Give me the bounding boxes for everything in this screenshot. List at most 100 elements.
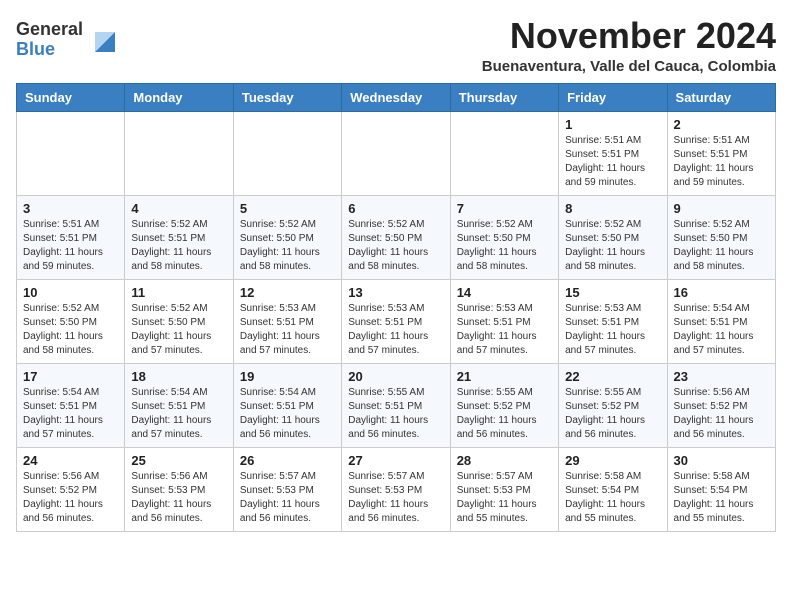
day-cell: 29 Sunrise: 5:58 AM Sunset: 5:54 PM Dayli… bbox=[559, 447, 667, 531]
day-cell: 25Sunrise: 5:56 AM Sunset: 5:53 PM Dayli… bbox=[125, 447, 233, 531]
day-info: Sunrise: 5:55 AM Sunset: 5:51 PM Dayligh… bbox=[348, 386, 443, 442]
day-cell: 19Sunrise: 5:54 AM Sunset: 5:51 PM Dayli… bbox=[233, 363, 341, 447]
day-number: 22 bbox=[565, 369, 660, 384]
week-row-3: 17 Sunrise: 5:54 AM Sunset: 5:51 PM Dayli… bbox=[17, 363, 776, 447]
day-cell: 27Sunrise: 5:57 AM Sunset: 5:53 PM Dayli… bbox=[342, 447, 450, 531]
header-cell-wednesday: Wednesday bbox=[342, 83, 450, 111]
day-cell bbox=[342, 111, 450, 195]
day-number: 28 bbox=[457, 453, 552, 468]
day-info: Sunrise: 5:52 AM Sunset: 5:50 PM Dayligh… bbox=[565, 218, 660, 274]
day-number: 14 bbox=[457, 285, 552, 300]
day-number: 30 bbox=[674, 453, 769, 468]
day-cell: 16 Sunrise: 5:54 AM Sunset: 5:51 PM Dayli… bbox=[667, 279, 775, 363]
day-number: 16 bbox=[674, 285, 769, 300]
day-info: Sunrise: 5:52 AM Sunset: 5:50 PM Dayligh… bbox=[348, 218, 443, 274]
day-number: 18 bbox=[131, 369, 226, 384]
day-number: 19 bbox=[240, 369, 335, 384]
day-number: 20 bbox=[348, 369, 443, 384]
day-number: 17 bbox=[23, 369, 118, 384]
day-info: Sunrise: 5:52 AM Sunset: 5:50 PM Dayligh… bbox=[240, 218, 335, 274]
title-area: November 2024 Buenaventura, Valle del Ca… bbox=[482, 16, 776, 75]
logo-general: General bbox=[16, 19, 83, 39]
day-info: Sunrise: 5:51 AM Sunset: 5:51 PM Dayligh… bbox=[674, 134, 769, 190]
day-cell: 21 Sunrise: 5:55 AM Sunset: 5:52 PM Dayli… bbox=[450, 363, 558, 447]
day-info: Sunrise: 5:57 AM Sunset: 5:53 PM Dayligh… bbox=[457, 470, 552, 526]
day-info: Sunrise: 5:57 AM Sunset: 5:53 PM Dayligh… bbox=[240, 470, 335, 526]
day-info: Sunrise: 5:52 AM Sunset: 5:50 PM Dayligh… bbox=[457, 218, 552, 274]
header-cell-saturday: Saturday bbox=[667, 83, 775, 111]
day-number: 27 bbox=[348, 453, 443, 468]
day-info: Sunrise: 5:55 AM Sunset: 5:52 PM Dayligh… bbox=[457, 386, 552, 442]
day-info: Sunrise: 5:51 AM Sunset: 5:51 PM Dayligh… bbox=[23, 218, 118, 274]
day-info: Sunrise: 5:52 AM Sunset: 5:50 PM Dayligh… bbox=[131, 302, 226, 358]
day-cell: 2 Sunrise: 5:51 AM Sunset: 5:51 PM Daylig… bbox=[667, 111, 775, 195]
day-number: 13 bbox=[348, 285, 443, 300]
day-info: Sunrise: 5:58 AM Sunset: 5:54 PM Dayligh… bbox=[565, 470, 660, 526]
day-cell: 17 Sunrise: 5:54 AM Sunset: 5:51 PM Dayli… bbox=[17, 363, 125, 447]
logo-icon bbox=[87, 24, 119, 56]
day-number: 8 bbox=[565, 201, 660, 216]
day-cell: 28 Sunrise: 5:57 AM Sunset: 5:53 PM Dayli… bbox=[450, 447, 558, 531]
day-info: Sunrise: 5:54 AM Sunset: 5:51 PM Dayligh… bbox=[23, 386, 118, 442]
day-cell: 3 Sunrise: 5:51 AM Sunset: 5:51 PM Daylig… bbox=[17, 195, 125, 279]
day-info: Sunrise: 5:54 AM Sunset: 5:51 PM Dayligh… bbox=[131, 386, 226, 442]
day-cell bbox=[233, 111, 341, 195]
day-info: Sunrise: 5:53 AM Sunset: 5:51 PM Dayligh… bbox=[457, 302, 552, 358]
day-number: 1 bbox=[565, 117, 660, 132]
day-number: 11 bbox=[131, 285, 226, 300]
day-info: Sunrise: 5:56 AM Sunset: 5:52 PM Dayligh… bbox=[674, 386, 769, 442]
day-cell: 14 Sunrise: 5:53 AM Sunset: 5:51 PM Dayli… bbox=[450, 279, 558, 363]
logo-blue: Blue bbox=[16, 39, 55, 59]
day-number: 10 bbox=[23, 285, 118, 300]
location: Buenaventura, Valle del Cauca, Colombia bbox=[482, 58, 776, 75]
day-cell: 24 Sunrise: 5:56 AM Sunset: 5:52 PM Dayli… bbox=[17, 447, 125, 531]
header-cell-friday: Friday bbox=[559, 83, 667, 111]
day-number: 25 bbox=[131, 453, 226, 468]
day-cell: 22Sunrise: 5:55 AM Sunset: 5:52 PM Dayli… bbox=[559, 363, 667, 447]
day-info: Sunrise: 5:53 AM Sunset: 5:51 PM Dayligh… bbox=[565, 302, 660, 358]
day-number: 6 bbox=[348, 201, 443, 216]
day-info: Sunrise: 5:52 AM Sunset: 5:51 PM Dayligh… bbox=[131, 218, 226, 274]
day-info: Sunrise: 5:54 AM Sunset: 5:51 PM Dayligh… bbox=[674, 302, 769, 358]
week-row-1: 3 Sunrise: 5:51 AM Sunset: 5:51 PM Daylig… bbox=[17, 195, 776, 279]
day-number: 26 bbox=[240, 453, 335, 468]
day-info: Sunrise: 5:53 AM Sunset: 5:51 PM Dayligh… bbox=[240, 302, 335, 358]
day-number: 12 bbox=[240, 285, 335, 300]
month-title: November 2024 bbox=[482, 16, 776, 56]
day-number: 23 bbox=[674, 369, 769, 384]
day-cell: 11 Sunrise: 5:52 AM Sunset: 5:50 PM Dayli… bbox=[125, 279, 233, 363]
day-cell: 18 Sunrise: 5:54 AM Sunset: 5:51 PM Dayli… bbox=[125, 363, 233, 447]
day-info: Sunrise: 5:53 AM Sunset: 5:51 PM Dayligh… bbox=[348, 302, 443, 358]
day-cell: 12 Sunrise: 5:53 AM Sunset: 5:51 PM Dayli… bbox=[233, 279, 341, 363]
header: General Blue November 2024 Buenaventura,… bbox=[16, 16, 776, 75]
day-cell bbox=[450, 111, 558, 195]
day-number: 3 bbox=[23, 201, 118, 216]
day-number: 21 bbox=[457, 369, 552, 384]
header-cell-monday: Monday bbox=[125, 83, 233, 111]
day-info: Sunrise: 5:52 AM Sunset: 5:50 PM Dayligh… bbox=[23, 302, 118, 358]
day-cell: 10 Sunrise: 5:52 AM Sunset: 5:50 PM Dayli… bbox=[17, 279, 125, 363]
day-number: 4 bbox=[131, 201, 226, 216]
day-number: 15 bbox=[565, 285, 660, 300]
day-cell: 13 Sunrise: 5:53 AM Sunset: 5:51 PM Dayli… bbox=[342, 279, 450, 363]
day-info: Sunrise: 5:58 AM Sunset: 5:54 PM Dayligh… bbox=[674, 470, 769, 526]
day-cell: 8 Sunrise: 5:52 AM Sunset: 5:50 PM Daylig… bbox=[559, 195, 667, 279]
day-cell: 5Sunrise: 5:52 AM Sunset: 5:50 PM Daylig… bbox=[233, 195, 341, 279]
day-cell: 7Sunrise: 5:52 AM Sunset: 5:50 PM Daylig… bbox=[450, 195, 558, 279]
day-number: 24 bbox=[23, 453, 118, 468]
day-cell: 30 Sunrise: 5:58 AM Sunset: 5:54 PM Dayli… bbox=[667, 447, 775, 531]
day-cell: 1Sunrise: 5:51 AM Sunset: 5:51 PM Daylig… bbox=[559, 111, 667, 195]
day-cell: 9Sunrise: 5:52 AM Sunset: 5:50 PM Daylig… bbox=[667, 195, 775, 279]
header-row: SundayMondayTuesdayWednesdayThursdayFrid… bbox=[17, 83, 776, 111]
week-row-2: 10 Sunrise: 5:52 AM Sunset: 5:50 PM Dayli… bbox=[17, 279, 776, 363]
calendar-header: SundayMondayTuesdayWednesdayThursdayFrid… bbox=[17, 83, 776, 111]
calendar-body: 1 Sunrise: 5:51 AM Sunset: 5:51 PM Daylig… bbox=[17, 111, 776, 531]
day-number: 2 bbox=[674, 117, 769, 132]
week-row-0: 1 Sunrise: 5:51 AM Sunset: 5:51 PM Daylig… bbox=[17, 111, 776, 195]
day-cell: 20 Sunrise: 5:55 AM Sunset: 5:51 PM Dayli… bbox=[342, 363, 450, 447]
header-cell-sunday: Sunday bbox=[17, 83, 125, 111]
week-row-4: 24 Sunrise: 5:56 AM Sunset: 5:52 PM Dayli… bbox=[17, 447, 776, 531]
day-number: 29 bbox=[565, 453, 660, 468]
day-number: 9 bbox=[674, 201, 769, 216]
day-info: Sunrise: 5:56 AM Sunset: 5:52 PM Dayligh… bbox=[23, 470, 118, 526]
